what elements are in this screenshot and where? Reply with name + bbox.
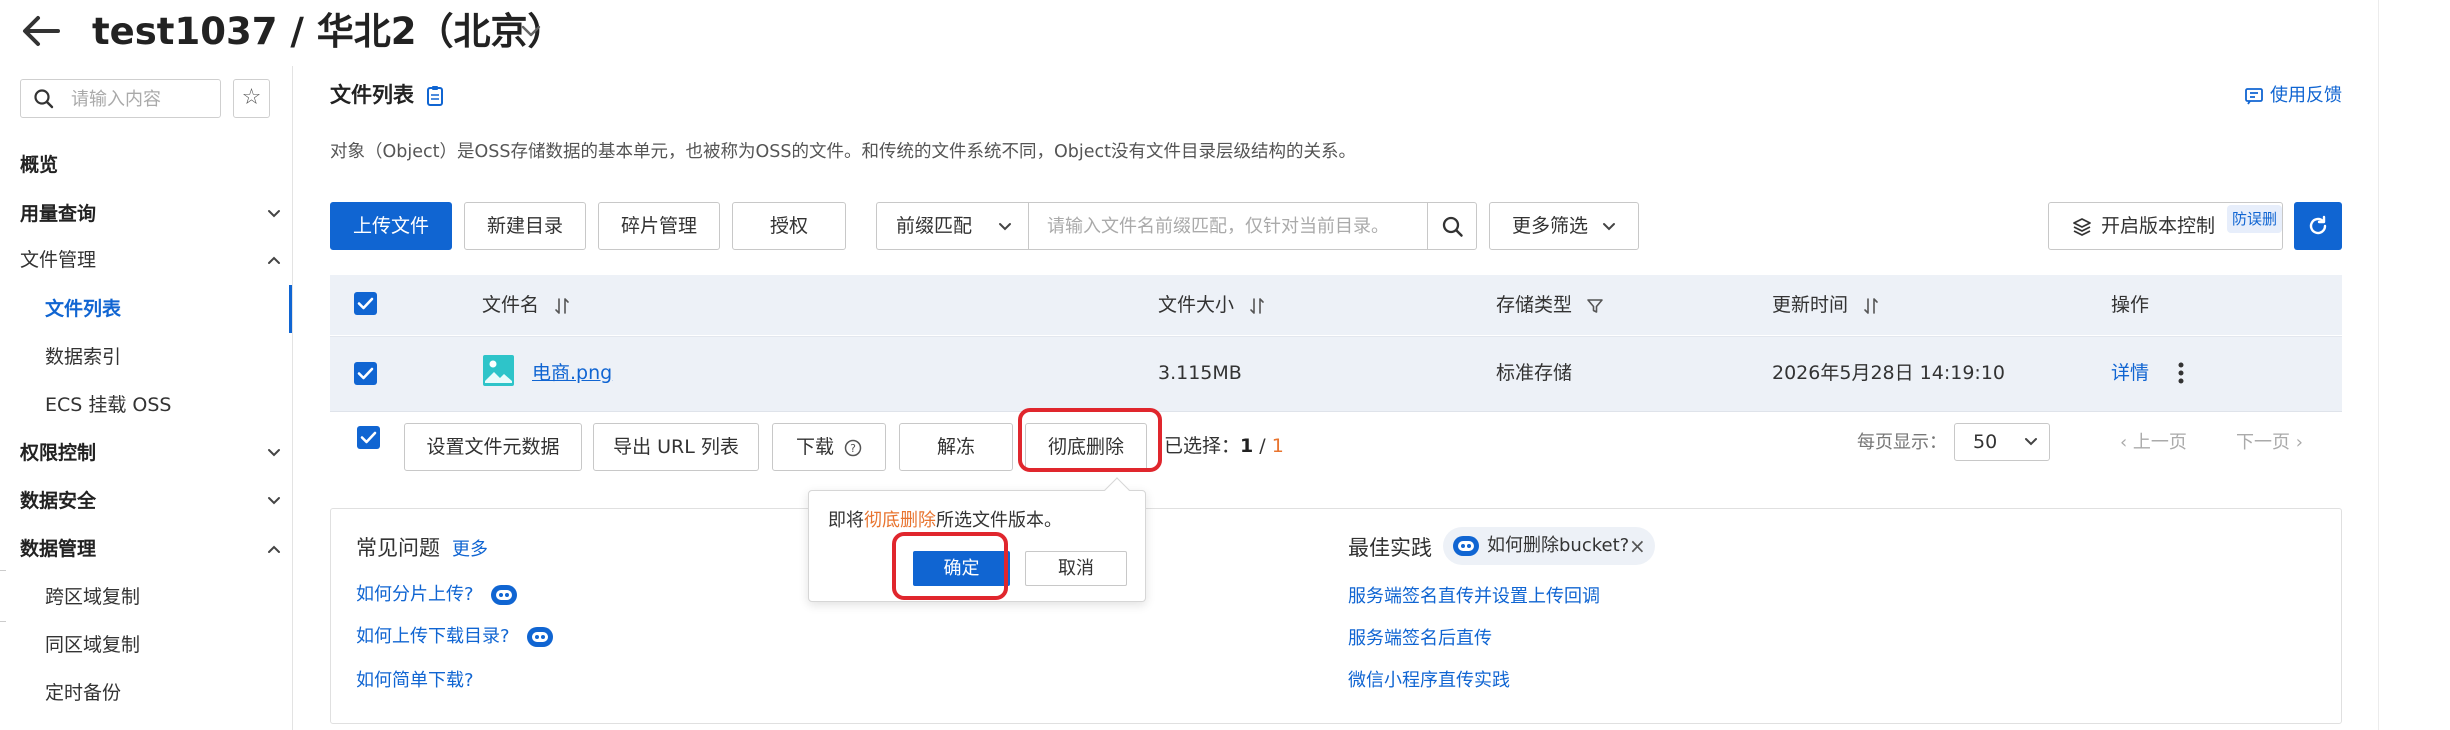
search-icon [33, 88, 55, 110]
faq-link[interactable]: 如何分片上传? [356, 580, 519, 610]
file-name-link[interactable]: 电商.png [532, 357, 612, 389]
sidebar-divider [292, 66, 293, 730]
search-button[interactable] [1427, 202, 1477, 250]
chevron-down-icon[interactable] [518, 18, 544, 44]
anti-deletion-badge: 防误删 [2227, 205, 2282, 233]
chevron-down-icon [268, 210, 280, 218]
sidebar-item-overview[interactable]: 概览 [20, 141, 285, 189]
export-url-list-button[interactable]: 导出 URL 列表 [593, 423, 759, 471]
fragment-management-button[interactable]: 碎片管理 [598, 202, 720, 250]
table-row [330, 336, 2342, 412]
ai-assistant-icon [527, 627, 554, 647]
file-search-input[interactable] [1029, 203, 1427, 249]
chevron-up-icon [268, 256, 280, 264]
sidebar-item-access-control[interactable]: 权限控制 [20, 429, 285, 477]
faq-link[interactable]: 如何上传下载目录? [356, 622, 555, 652]
sort-icon [555, 297, 569, 314]
sidebar-collapse-handle[interactable] [0, 570, 6, 622]
page-edge-divider [2378, 0, 2379, 730]
page-size-select[interactable]: 50 [1954, 423, 2050, 461]
best-practice-link[interactable]: 服务端签名后直传 [1348, 624, 1492, 654]
delete-button-highlight [1018, 408, 1162, 472]
section-title: 文件列表 [330, 83, 414, 107]
select-all-checkbox[interactable] [354, 292, 377, 315]
suggestion-chip[interactable]: 如何删除bucket? × [1443, 527, 1655, 565]
chevron-down-icon [268, 449, 280, 457]
storage-type: 标准存储 [1496, 362, 1573, 384]
sidebar-item-cross-region-replication[interactable]: 跨区域复制 [45, 573, 285, 621]
star-icon[interactable]: ☆ [233, 79, 270, 118]
sidebar-item-file-list[interactable]: 文件列表 [45, 285, 285, 333]
faq-title: 常见问题 更多 [356, 536, 488, 560]
refresh-button[interactable] [2294, 202, 2342, 250]
help-card [330, 508, 2342, 724]
sidebar-item-ecs-mount[interactable]: ECS 挂载 OSS [45, 381, 285, 429]
help-icon: ? [844, 439, 862, 456]
back-arrow-icon[interactable] [18, 8, 72, 56]
table-header [330, 275, 2342, 335]
next-page-button[interactable]: 下一页 › [2236, 427, 2303, 459]
sort-icon [1864, 297, 1878, 314]
page-title: test1037 / 华北2（北京） [92, 10, 565, 53]
more-actions-icon[interactable] [2172, 360, 2190, 386]
unfreeze-button[interactable]: 解冻 [899, 423, 1013, 471]
prev-page-button[interactable]: ‹ 上一页 [2120, 427, 2187, 459]
refresh-icon [2309, 215, 2327, 235]
confirm-button-highlight [892, 532, 1008, 600]
ai-assistant-icon [1453, 536, 1479, 556]
sidebar-item-data-index[interactable]: 数据索引 [45, 333, 285, 381]
best-practice-title: 最佳实践 [1348, 536, 1432, 560]
chevron-down-icon [999, 223, 1011, 231]
image-file-icon [482, 354, 515, 387]
new-directory-button[interactable]: 新建目录 [464, 202, 586, 250]
chevron-down-icon [1603, 223, 1615, 231]
cancel-button[interactable]: 取消 [1025, 551, 1127, 586]
sidebar-item-scheduled-backup[interactable]: 定时备份 [45, 669, 285, 717]
sort-icon [1250, 297, 1264, 314]
feedback-icon [2244, 86, 2264, 106]
column-header-updated[interactable]: 更新时间 [1772, 290, 1880, 320]
clipboard-icon[interactable] [425, 85, 445, 107]
search-icon [1442, 216, 1463, 237]
per-page-label: 每页显示： [1857, 432, 1947, 453]
faq-more-link[interactable]: 更多 [452, 539, 488, 560]
column-header-filename[interactable]: 文件名 [482, 290, 571, 320]
row-checkbox[interactable] [354, 362, 377, 385]
sidebar-item-data-security[interactable]: 数据安全 [20, 477, 285, 525]
sidebar-search[interactable] [20, 79, 221, 118]
upload-button[interactable]: 上传文件 [330, 202, 452, 250]
best-practice-link[interactable]: 微信小程序直传实践 [1348, 666, 1510, 696]
chevron-down-icon [268, 497, 280, 505]
sidebar-item-data-management[interactable]: 数据管理 [20, 525, 285, 573]
bulk-select-checkbox[interactable] [357, 426, 380, 449]
feedback-link[interactable]: 使用反馈 [2244, 82, 2342, 110]
set-metadata-button[interactable]: 设置文件元数据 [404, 423, 582, 471]
column-header-storage-type[interactable]: 存储类型 [1496, 290, 1604, 320]
section-description: 对象（Object）是OSS存储数据的基本单元，也被称为OSS的文件。和传统的文… [330, 142, 1356, 162]
best-practice-link[interactable]: 服务端签名直传并设置上传回调 [1348, 582, 1600, 612]
updated-time: 2026年5月28日 14:19:10 [1772, 362, 2005, 384]
ai-assistant-icon [491, 585, 518, 605]
selection-count: 已选择：1 / 1 [1164, 435, 1284, 457]
svg-text:?: ? [850, 442, 856, 455]
close-icon[interactable]: × [1629, 527, 1646, 565]
filter-icon [1587, 298, 1603, 313]
column-header-size[interactable]: 文件大小 [1158, 290, 1266, 320]
authorize-button[interactable]: 授权 [732, 202, 846, 250]
sidebar-item-same-region-replication[interactable]: 同区域复制 [45, 621, 285, 669]
layers-icon [2073, 218, 2091, 236]
sidebar-search-input[interactable] [71, 84, 216, 114]
details-link[interactable]: 详情 [2111, 357, 2149, 389]
file-search-field[interactable] [1028, 202, 1428, 250]
prefix-match-select[interactable]: 前缀匹配 [876, 202, 1028, 250]
faq-link[interactable]: 如何简单下载? [356, 666, 474, 696]
sidebar-item-file-management[interactable]: 文件管理 [20, 236, 285, 284]
more-filters-dropdown[interactable]: 更多筛选 [1489, 202, 1639, 250]
sidebar-item-usage[interactable]: 用量查询 [20, 190, 285, 238]
file-size: 3.115MB [1158, 362, 1242, 384]
chevron-up-icon [268, 545, 280, 553]
download-button[interactable]: 下载 ? [772, 423, 886, 471]
chevron-down-icon [2025, 438, 2037, 446]
column-header-actions: 操作 [2111, 294, 2150, 316]
